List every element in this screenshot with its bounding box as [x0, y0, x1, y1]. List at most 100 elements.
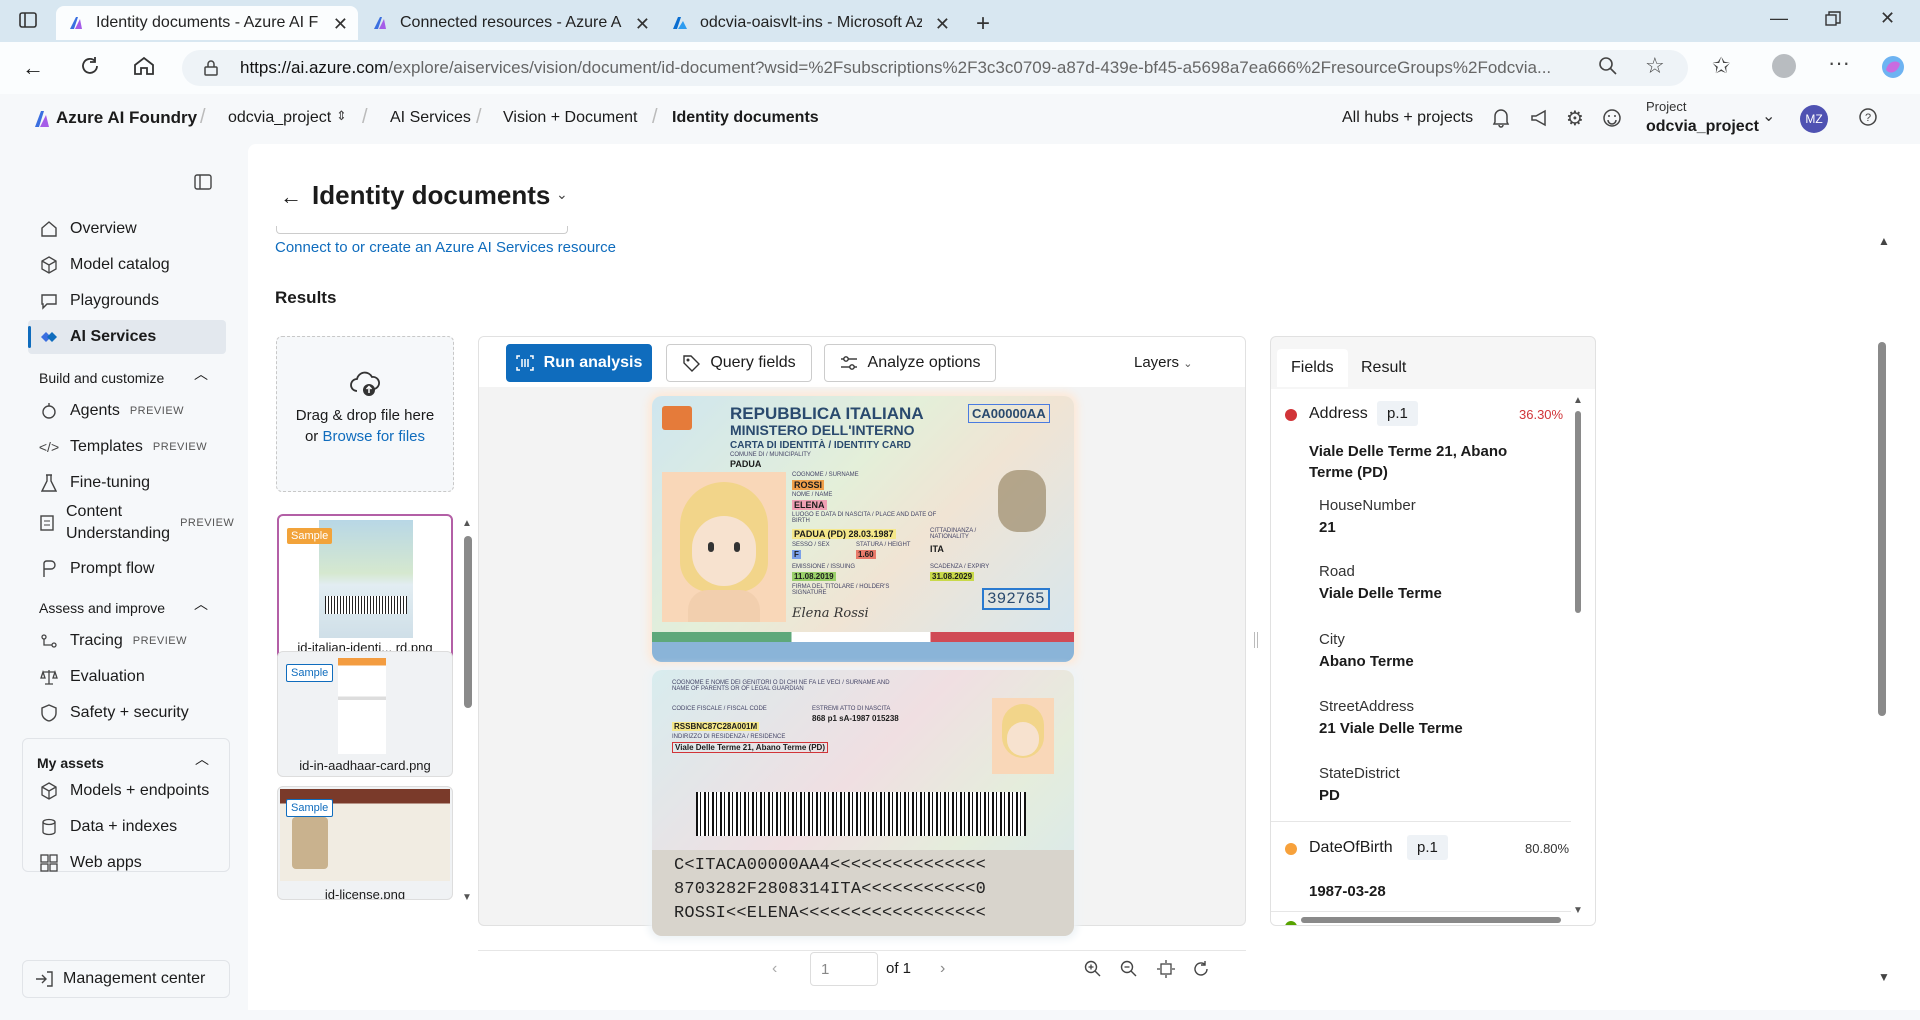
connect-resource-link[interactable]: Connect to or create an Azure AI Service… [275, 239, 616, 256]
collapse-sidebar-icon[interactable] [194, 174, 212, 190]
tab-result[interactable]: Result [1347, 349, 1420, 387]
rotate-icon[interactable] [1192, 960, 1210, 978]
settings-gear-icon[interactable]: ⚙ [1566, 106, 1584, 131]
run-analysis-button[interactable]: Run analysis [506, 344, 652, 382]
profile-icon[interactable] [1772, 54, 1796, 78]
sample-thumb-italian-id[interactable]: Sample id-italian-identi... rd.png [277, 514, 453, 664]
browse-files-link[interactable]: Browse for files [322, 428, 425, 445]
nav-fine-tuning[interactable]: Fine-tuning [28, 466, 226, 500]
url-field[interactable]: https://ai.azure.com/explore/aiservices/… [182, 50, 1688, 86]
browser-tab-connected[interactable]: Connected resources - Azure AI F ✕ [360, 6, 660, 40]
upload-dropzone[interactable]: Drag & drop file here or Browse for file… [276, 336, 454, 492]
confidence-dot [1285, 409, 1297, 421]
sample-thumb-license[interactable]: Sample id-license.png [277, 786, 453, 900]
chevron-down-icon[interactable]: ⌄ [1762, 106, 1775, 126]
fields-hscrollbar-thumb[interactable] [1301, 917, 1561, 923]
chevron-up-icon[interactable]: ︿ [195, 749, 209, 769]
card-residence: Viale Delle Terme 21, Abano Terme (PD) [672, 742, 828, 753]
new-tab-icon[interactable]: + [976, 10, 990, 38]
query-fields-button[interactable]: Query fields [666, 344, 812, 382]
next-page-icon[interactable]: › [940, 960, 945, 978]
page-number-input[interactable]: 1 [810, 952, 878, 986]
chevron-updown-icon[interactable]: ⇕ [336, 108, 347, 124]
layers-dropdown[interactable]: Layers ⌄ [1134, 354, 1192, 371]
database-icon [38, 816, 60, 838]
back-arrow-icon[interactable]: ← [280, 184, 302, 210]
project-switcher[interactable]: odcvia_project [228, 109, 331, 127]
close-window-icon[interactable]: ✕ [1880, 8, 1895, 29]
minimize-icon[interactable]: — [1770, 8, 1788, 29]
browser-tab-identity[interactable]: Identity documents - Azure AI Fou ✕ [56, 6, 358, 40]
restore-icon[interactable] [1825, 11, 1841, 27]
favorite-star-icon[interactable]: ☆ [1645, 53, 1665, 79]
tab-fields[interactable]: Fields [1277, 349, 1348, 387]
close-icon[interactable]: ✕ [333, 14, 348, 35]
resource-dropdown-edge[interactable] [276, 226, 568, 234]
nav-agents[interactable]: Agents PREVIEW [28, 394, 226, 428]
nav-models-endpoints[interactable]: Models + endpoints [28, 774, 226, 808]
nav-data-indexes[interactable]: Data + indexes [28, 810, 226, 844]
home-icon[interactable] [132, 54, 156, 78]
resize-handle[interactable] [1254, 632, 1258, 648]
favorites-icon[interactable]: ✩ [1712, 53, 1730, 79]
nav-templates[interactable]: </> Templates PREVIEW [28, 430, 226, 464]
chevron-up-icon[interactable]: ︿ [194, 594, 208, 614]
bell-icon[interactable] [1492, 108, 1510, 128]
nav-ai-services[interactable]: AI Services [28, 320, 226, 354]
zoom-out-icon[interactable] [1120, 960, 1138, 978]
thumbs-scroll-up-icon[interactable]: ▲ [462, 518, 472, 529]
thumbs-scrollbar-thumb[interactable] [464, 536, 472, 708]
mrz-line-1: C<ITACA00000AA4<<<<<<<<<<<<<<< [674, 856, 987, 875]
page-scroll-down-icon[interactable]: ▼ [1878, 970, 1890, 984]
megaphone-icon[interactable] [1530, 108, 1550, 128]
subfield-label: StateDistrict [1319, 765, 1400, 782]
card-doc-type: CARTA DI IDENTITÀ / IDENTITY CARD [730, 440, 911, 451]
field-divider [1271, 821, 1571, 822]
field-name-address[interactable]: Address [1309, 405, 1368, 423]
close-icon[interactable]: ✕ [935, 14, 950, 35]
close-icon[interactable]: ✕ [635, 14, 650, 35]
breadcrumb-vision-document[interactable]: Vision + Document [503, 109, 637, 127]
field-name-dob[interactable]: DateOfBirth [1309, 839, 1393, 857]
nav-playgrounds[interactable]: Playgrounds [28, 284, 226, 318]
subfield-value: Viale Delle Terme [1319, 585, 1442, 602]
fields-scroll-up-icon[interactable]: ▲ [1573, 395, 1583, 406]
zoom-in-icon[interactable] [1084, 960, 1102, 978]
back-icon[interactable]: ← [22, 55, 44, 81]
fields-scroll-down-icon[interactable]: ▼ [1573, 905, 1583, 916]
fit-page-icon[interactable] [1156, 960, 1176, 978]
nav-overview[interactable]: Overview [28, 212, 226, 246]
nav-web-apps[interactable]: Web apps [28, 846, 226, 880]
nav-model-catalog[interactable]: Model catalog [28, 248, 226, 282]
chevron-up-icon[interactable]: ︿ [194, 364, 208, 384]
prev-page-icon[interactable]: ‹ [772, 960, 777, 978]
project-name[interactable]: odcvia_project [1646, 118, 1759, 136]
more-icon[interactable]: ··· [1828, 50, 1850, 76]
nav-label: Web apps [70, 854, 142, 871]
flag-stripe [652, 632, 1074, 642]
user-avatar[interactable]: MZ [1800, 105, 1828, 133]
all-hubs-link[interactable]: All hubs + projects [1342, 109, 1473, 127]
refresh-icon[interactable] [78, 54, 102, 78]
page-scrollbar-thumb[interactable] [1878, 342, 1886, 716]
chevron-down-icon[interactable]: ⌄ [556, 186, 568, 203]
thumbs-scroll-down-icon[interactable]: ▼ [462, 892, 472, 903]
page-scroll-up-icon[interactable]: ▲ [1878, 234, 1890, 248]
nav-evaluation[interactable]: Evaluation [28, 660, 226, 694]
help-icon[interactable]: ? [1858, 107, 1878, 127]
zoom-icon[interactable] [1598, 56, 1618, 76]
nav-safety-security[interactable]: Safety + security [28, 696, 226, 730]
brand-link[interactable]: Azure AI Foundry [56, 108, 197, 128]
nav-prompt-flow[interactable]: Prompt flow [28, 552, 226, 586]
management-center-button[interactable]: Management center [22, 960, 230, 998]
fields-scrollbar-thumb[interactable] [1575, 411, 1581, 613]
nav-content-understanding[interactable]: Content Understanding PREVIEW [28, 500, 234, 546]
sample-thumb-aadhaar[interactable]: Sample id-in-aadhaar-card.png [277, 651, 453, 777]
feedback-smile-icon[interactable] [1602, 108, 1622, 128]
breadcrumb-ai-services[interactable]: AI Services [390, 109, 471, 127]
nav-tracing[interactable]: Tracing PREVIEW [28, 624, 226, 658]
copilot-icon[interactable] [1880, 54, 1906, 80]
analyze-options-button[interactable]: Analyze options [824, 344, 996, 382]
browser-tab-azure[interactable]: odcvia-oaisvlt-ins - Microsoft Azu ✕ [660, 6, 960, 40]
tab-actions-icon[interactable] [18, 10, 38, 30]
